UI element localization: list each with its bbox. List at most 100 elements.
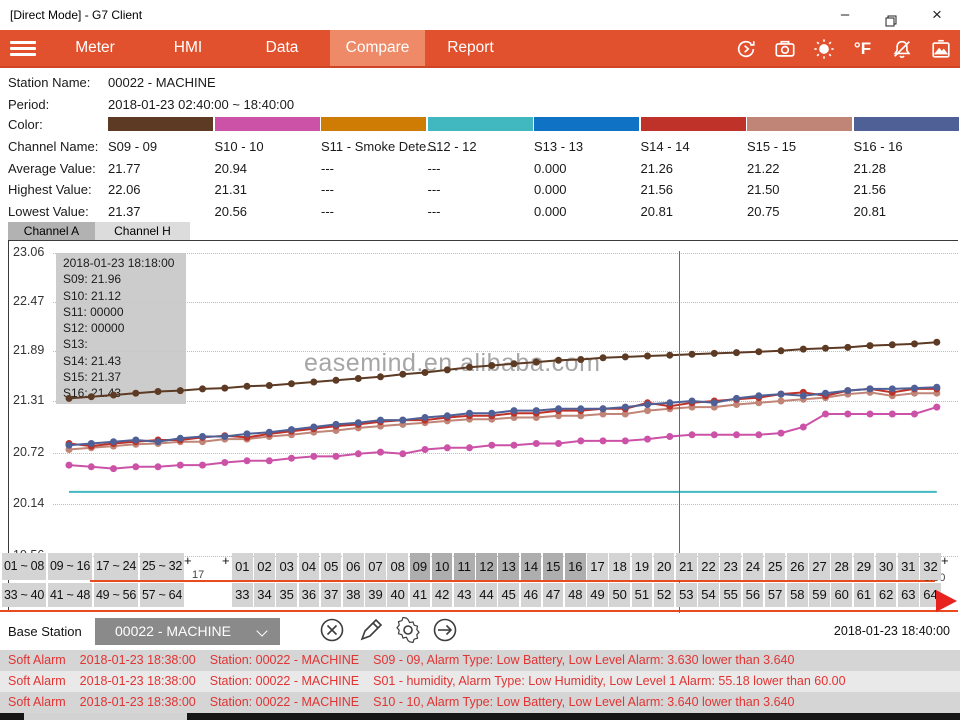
- channel-button[interactable]: 28: [831, 553, 852, 580]
- settings-gear-icon[interactable]: [394, 616, 422, 644]
- channel-button[interactable]: 62: [876, 583, 897, 607]
- expand-plus-button[interactable]: +: [941, 553, 949, 568]
- channel-button[interactable]: 60: [831, 583, 852, 607]
- channel-button[interactable]: 21: [676, 553, 697, 580]
- channel-button[interactable]: 59: [809, 583, 830, 607]
- channel-button[interactable]: 22: [698, 553, 719, 580]
- edit-pencil-icon[interactable]: [357, 616, 385, 644]
- channel-button[interactable]: 38: [343, 583, 364, 607]
- channel-button[interactable]: 42: [432, 583, 453, 607]
- channel-button[interactable]: 63: [898, 583, 919, 607]
- channel-button[interactable]: 34: [254, 583, 275, 607]
- channel-group-button[interactable]: 17 ~ 24: [94, 553, 138, 580]
- channel-button[interactable]: 36: [299, 583, 320, 607]
- scrollbar-thumb[interactable]: [24, 713, 187, 720]
- channel-button[interactable]: 10: [432, 553, 453, 580]
- channel-button[interactable]: 09: [410, 553, 431, 580]
- channel-button[interactable]: 19: [632, 553, 653, 580]
- channel-button[interactable]: 32: [920, 553, 941, 580]
- camera-icon[interactable]: [773, 37, 796, 60]
- channel-button[interactable]: 06: [343, 553, 364, 580]
- channel-button[interactable]: 58: [787, 583, 808, 607]
- sync-icon[interactable]: [734, 37, 757, 60]
- channel-button[interactable]: 48: [565, 583, 586, 607]
- channel-button[interactable]: 02: [254, 553, 275, 580]
- channel-button[interactable]: 30: [876, 553, 897, 580]
- channel-button[interactable]: 01: [232, 553, 253, 580]
- channel-button[interactable]: 25: [765, 553, 786, 580]
- channel-button[interactable]: 46: [521, 583, 542, 607]
- channel-button[interactable]: 41: [410, 583, 431, 607]
- expand-plus-button[interactable]: +: [184, 553, 192, 568]
- base-station-dropdown[interactable]: 00022 - MACHINE: [95, 618, 280, 645]
- channel-group-button[interactable]: 09 ~ 16: [48, 553, 92, 580]
- channel-group-button[interactable]: 25 ~ 32: [140, 553, 184, 580]
- channel-group-button[interactable]: 01 ~ 08: [2, 553, 46, 580]
- channel-button[interactable]: 43: [454, 583, 475, 607]
- nav-item-report[interactable]: Report: [433, 30, 508, 66]
- channel-button[interactable]: 29: [854, 553, 875, 580]
- channel-button[interactable]: 18: [609, 553, 630, 580]
- close-button[interactable]: ×: [914, 0, 960, 30]
- channel-button[interactable]: 44: [476, 583, 497, 607]
- expand-plus-button[interactable]: +: [222, 553, 230, 568]
- horizontal-scrollbar[interactable]: [0, 713, 960, 720]
- channel-button[interactable]: 50: [609, 583, 630, 607]
- channel-button[interactable]: 61: [854, 583, 875, 607]
- channel-button[interactable]: 45: [498, 583, 519, 607]
- channel-button[interactable]: 20: [654, 553, 675, 580]
- channel-button[interactable]: 08: [387, 553, 408, 580]
- alarm-row[interactable]: Soft Alarm2018-01-23 18:38:00Station: 00…: [0, 671, 960, 692]
- go-circle-icon[interactable]: [431, 616, 459, 644]
- alarm-row[interactable]: Soft Alarm2018-01-23 18:38:00Station: 00…: [0, 692, 960, 713]
- channel-group-button[interactable]: 33 ~ 40: [2, 583, 46, 607]
- maximize-button[interactable]: [868, 0, 914, 30]
- minimize-button[interactable]: –: [822, 0, 868, 30]
- channel-button[interactable]: 12: [476, 553, 497, 580]
- channel-button[interactable]: 13: [498, 553, 519, 580]
- channel-button[interactable]: 52: [654, 583, 675, 607]
- channel-button[interactable]: 16: [565, 553, 586, 580]
- channel-button[interactable]: 11: [454, 553, 475, 580]
- nav-item-compare[interactable]: Compare: [330, 30, 425, 66]
- channel-button[interactable]: 04: [299, 553, 320, 580]
- channel-button[interactable]: 39: [365, 583, 386, 607]
- alarm-mute-icon[interactable]: [890, 37, 913, 60]
- nav-item-data[interactable]: Data: [247, 30, 317, 66]
- channel-button[interactable]: 24: [743, 553, 764, 580]
- channel-button[interactable]: 17: [587, 553, 608, 580]
- channel-button[interactable]: 26: [787, 553, 808, 580]
- brightness-icon[interactable]: [812, 37, 835, 60]
- channel-button[interactable]: 53: [676, 583, 697, 607]
- channel-button[interactable]: 33: [232, 583, 253, 607]
- channel-button[interactable]: 55: [720, 583, 741, 607]
- tab-channel-h[interactable]: Channel H: [95, 222, 190, 240]
- channel-group-button[interactable]: 49 ~ 56: [94, 583, 138, 607]
- channel-button[interactable]: 54: [698, 583, 719, 607]
- channel-button[interactable]: 05: [321, 553, 342, 580]
- channel-button[interactable]: 27: [809, 553, 830, 580]
- nav-item-hmi[interactable]: HMI: [153, 30, 223, 66]
- channel-button[interactable]: 56: [743, 583, 764, 607]
- channel-button[interactable]: 03: [276, 553, 297, 580]
- tab-channel-a[interactable]: Channel A: [8, 222, 95, 240]
- channel-button[interactable]: 51: [632, 583, 653, 607]
- hamburger-menu-icon[interactable]: [10, 41, 36, 56]
- channel-button[interactable]: 37: [321, 583, 342, 607]
- next-page-arrow[interactable]: [936, 590, 957, 612]
- channel-button[interactable]: 31: [898, 553, 919, 580]
- channel-button[interactable]: 15: [543, 553, 564, 580]
- alarm-row[interactable]: Soft Alarm2018-01-23 18:38:00Station: 00…: [0, 650, 960, 671]
- channel-group-button[interactable]: 41 ~ 48: [48, 583, 92, 607]
- nav-item-meter[interactable]: Meter: [60, 30, 130, 66]
- channel-button[interactable]: 14: [521, 553, 542, 580]
- channel-button[interactable]: 40: [387, 583, 408, 607]
- channel-group-button[interactable]: 57 ~ 64: [140, 583, 184, 607]
- channel-button[interactable]: 47: [543, 583, 564, 607]
- fahrenheit-icon[interactable]: °F: [851, 37, 874, 60]
- channel-button[interactable]: 49: [587, 583, 608, 607]
- channel-button[interactable]: 23: [720, 553, 741, 580]
- cancel-circle-icon[interactable]: [318, 616, 346, 644]
- channel-button[interactable]: 57: [765, 583, 786, 607]
- channel-button[interactable]: 07: [365, 553, 386, 580]
